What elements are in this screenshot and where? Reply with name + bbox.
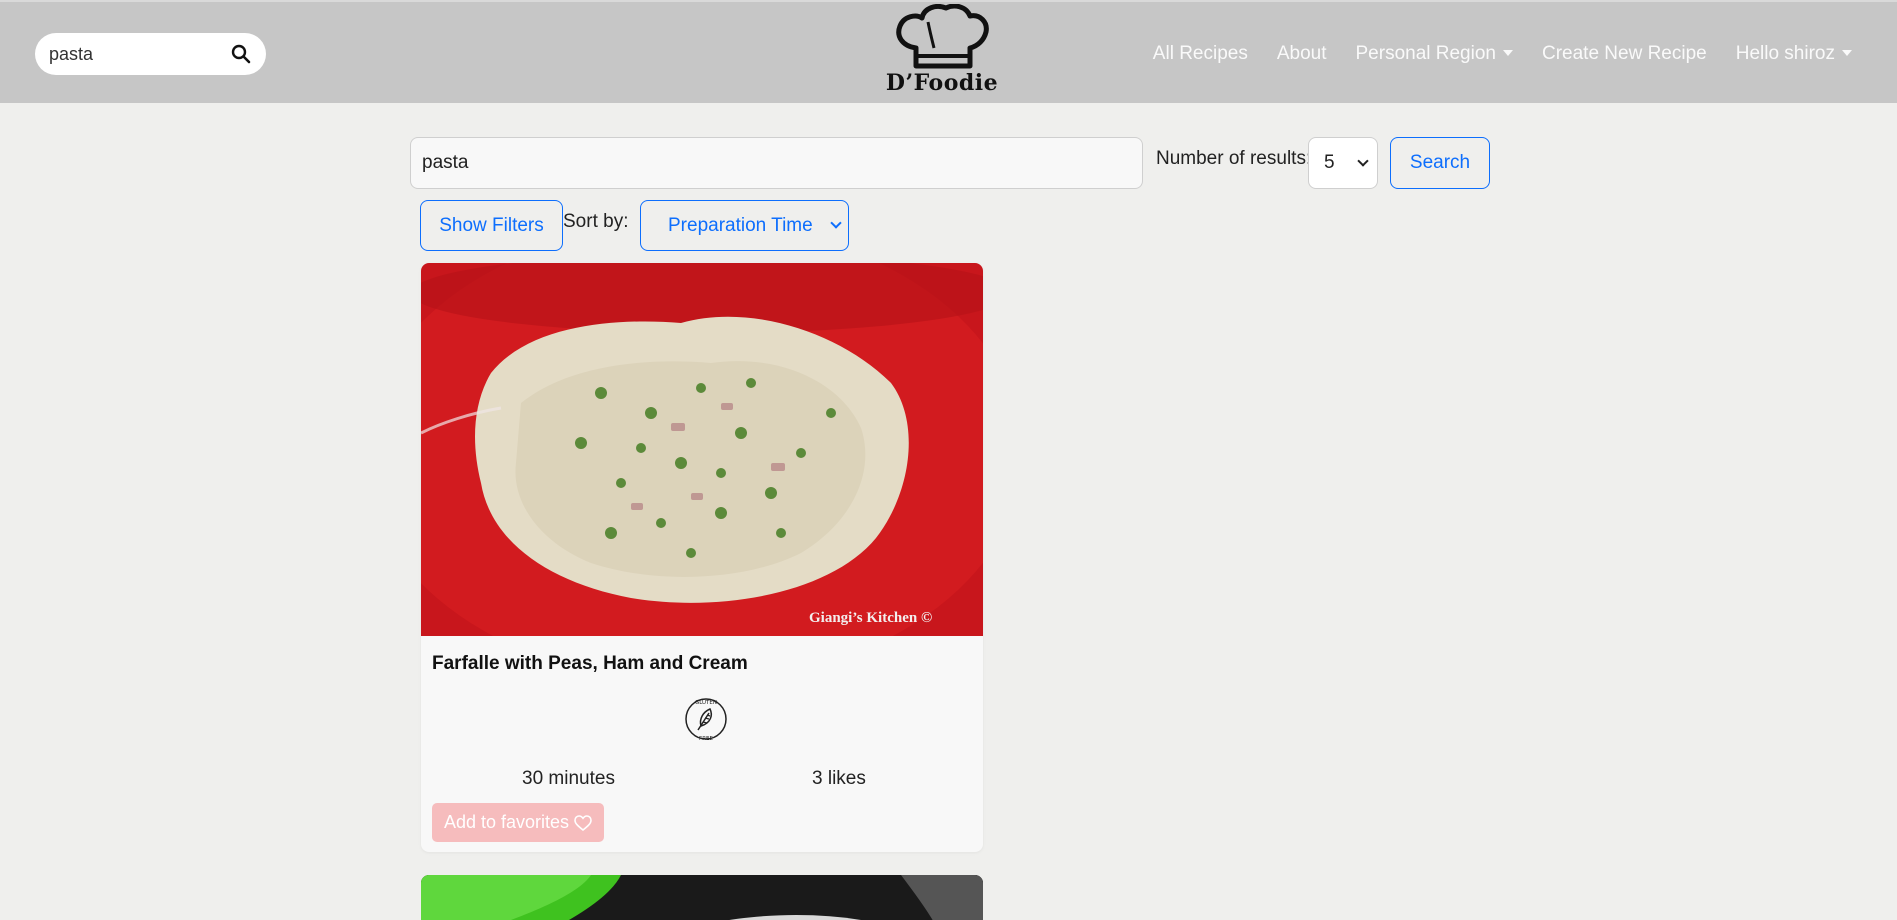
nav-personal-region-dropdown[interactable]: Personal Region	[1356, 43, 1513, 65]
prep-time: 30 minutes	[522, 768, 615, 789]
top-navbar: pasta D’Foodie All Recipes About Persona…	[0, 0, 1897, 103]
chevron-down-icon	[830, 217, 842, 229]
search-icon[interactable]	[230, 43, 252, 65]
add-to-favorites-button[interactable]: Add to favorites	[432, 803, 604, 842]
nav-all-recipes[interactable]: All Recipes	[1153, 43, 1248, 65]
brand-name: D’Foodie	[885, 70, 999, 96]
user-greeting: Hello shiroz	[1735, 42, 1835, 64]
nav-about[interactable]: About	[1277, 43, 1327, 65]
sort-by-label: Sort by:	[563, 211, 629, 232]
svg-text:FREE: FREE	[699, 736, 713, 742]
recipe-title[interactable]: Farfalle with Peas, Ham and Cream	[432, 653, 748, 675]
add-to-favorites-label: Add to favorites	[443, 812, 570, 832]
chef-hat-icon	[896, 4, 989, 69]
recipe-card[interactable]	[421, 875, 983, 920]
num-results-select[interactable]: 5	[1308, 137, 1378, 189]
nav-links: All Recipes About Personal Region Create…	[1153, 2, 1852, 105]
chevron-down-icon	[1357, 154, 1369, 167]
nav-personal-region-label: Personal Region	[1355, 42, 1496, 64]
sort-by-value: Preparation Time	[668, 214, 813, 236]
image-watermark: Giangi’s Kitchen ©	[809, 610, 932, 626]
sort-by-select[interactable]: Preparation Time	[640, 200, 849, 251]
svg-text:GLUTEN: GLUTEN	[695, 700, 717, 706]
show-filters-button[interactable]: Show Filters	[420, 200, 563, 251]
heart-icon	[574, 814, 592, 831]
recipe-card[interactable]: Giangi’s Kitchen © Farfalle with Peas, H…	[421, 263, 983, 852]
gluten-free-icon: GLUTEN FREE	[685, 698, 727, 742]
recipe-image[interactable]: Giangi’s Kitchen ©	[421, 263, 983, 636]
nav-user-dropdown[interactable]: Hello shiroz	[1736, 43, 1852, 65]
caret-down-icon	[1842, 49, 1852, 56]
navbar-search-value: pasta	[49, 43, 94, 64]
num-results-label: Number of results:	[1156, 148, 1312, 169]
search-button[interactable]: Search	[1390, 137, 1490, 189]
caret-down-icon	[1502, 49, 1513, 56]
num-results-value: 5	[1324, 152, 1335, 173]
navbar-search-input[interactable]: pasta	[35, 33, 266, 75]
nav-create-recipe[interactable]: Create New Recipe	[1542, 43, 1707, 65]
brand-logo[interactable]: D’Foodie	[886, 4, 998, 102]
recipe-search-input[interactable]: pasta	[410, 137, 1143, 189]
recipe-image[interactable]	[421, 875, 983, 920]
likes-count: 3 likes	[812, 768, 866, 789]
